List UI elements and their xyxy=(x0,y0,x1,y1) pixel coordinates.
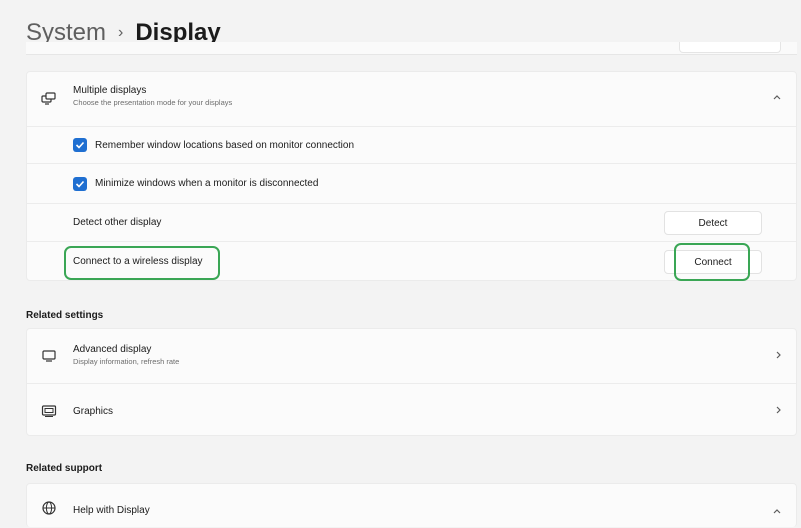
chevron-right-icon[interactable] xyxy=(774,405,782,418)
detect-button[interactable]: Detect xyxy=(664,211,762,235)
monitor-icon xyxy=(39,346,59,366)
multiple-displays-title: Multiple displays xyxy=(73,85,147,96)
advanced-display-title: Advanced display xyxy=(73,344,152,355)
chevron-up-icon[interactable] xyxy=(772,506,782,518)
scrolled-content-edge xyxy=(26,42,797,55)
advanced-display-row[interactable]: Advanced display Display information, re… xyxy=(27,329,796,383)
advanced-display-subtitle: Display information, refresh rate xyxy=(73,357,180,366)
related-support-heading: Related support xyxy=(26,463,103,474)
help-with-display-title: Help with Display xyxy=(73,505,150,516)
minimize-windows-label: Minimize windows when a monitor is disco… xyxy=(95,178,319,189)
breadcrumb-separator: › xyxy=(118,24,124,41)
globe-icon xyxy=(39,498,59,518)
graphics-title: Graphics xyxy=(73,406,114,417)
detect-other-display-label: Detect other display xyxy=(73,217,162,228)
help-with-display-row[interactable]: Help with Display xyxy=(27,484,796,528)
minimize-windows-row: Minimize windows when a monitor is disco… xyxy=(27,163,796,203)
multiple-displays-header[interactable]: Multiple displays Choose the presentatio… xyxy=(27,72,796,126)
connect-label-highlight xyxy=(64,246,220,280)
partially-hidden-control xyxy=(679,42,781,53)
detect-other-display-row: Detect other display Detect xyxy=(27,203,796,241)
graphics-row[interactable]: Graphics xyxy=(27,383,796,437)
related-settings-heading: Related settings xyxy=(26,310,104,321)
related-settings-card: Advanced display Display information, re… xyxy=(26,328,797,436)
remember-window-locations-checkbox[interactable] xyxy=(73,138,87,152)
related-support-card: Help with Display xyxy=(26,483,797,527)
multiple-displays-subtitle: Choose the presentation mode for your di… xyxy=(73,98,233,107)
multiple-displays-icon xyxy=(39,89,59,109)
minimize-windows-checkbox[interactable] xyxy=(73,176,87,191)
connect-button-highlight xyxy=(674,243,750,281)
chevron-up-icon[interactable] xyxy=(772,92,782,104)
remember-window-locations-label: Remember window locations based on monit… xyxy=(95,139,355,151)
chevron-right-icon[interactable] xyxy=(774,350,782,363)
graphics-icon xyxy=(39,401,59,421)
remember-window-locations-row: Remember window locations based on monit… xyxy=(27,126,796,163)
